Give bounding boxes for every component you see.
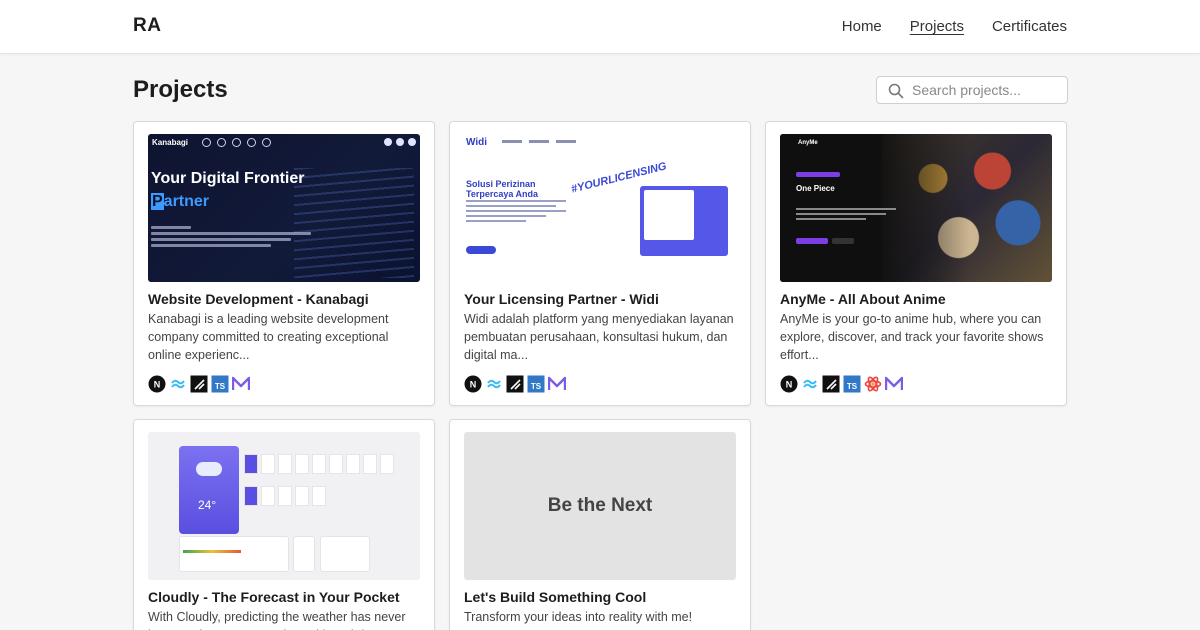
thumb-nav (502, 140, 576, 143)
nav-certificates[interactable]: Certificates (992, 18, 1067, 35)
thumb-text-lines (151, 226, 311, 250)
svg-text:N: N (154, 380, 161, 390)
thumb-cta (466, 246, 496, 254)
thumb-widget (179, 536, 289, 572)
placeholder-label: Be the Next (547, 495, 653, 516)
tech-stack: N TS (148, 375, 250, 393)
thumb-social-icons (384, 138, 416, 146)
thumb-feature-title: One Piece (796, 184, 835, 193)
thumb-document (644, 190, 694, 240)
tech-stack: N TS (780, 375, 903, 393)
nextjs-icon: N (148, 375, 166, 393)
svg-text:N: N (470, 380, 477, 390)
react-query-icon (864, 375, 882, 393)
project-description: Widi adalah platform yang menyediakan la… (464, 312, 734, 362)
thumb-brand: Kanabagi (152, 138, 189, 147)
thumb-brand: AnyMe (798, 140, 818, 146)
tailwind-icon (169, 375, 187, 393)
project-description: With Cloudly, predicting the weather has… (148, 610, 406, 630)
project-thumbnail[interactable]: Kanabagi Your Digital Frontier Partner (148, 134, 420, 282)
svg-text:TS: TS (847, 382, 858, 391)
top-navbar: RA Home Projects Certificates (0, 0, 1200, 54)
shadcn-icon (822, 375, 840, 393)
shadcn-icon (190, 375, 208, 393)
shadcn-icon (506, 375, 524, 393)
page-title: Projects (133, 76, 228, 103)
thumb-text-lines (796, 208, 896, 223)
typescript-icon: TS (843, 375, 861, 393)
project-title[interactable]: Website Development - Kanabagi (148, 291, 428, 307)
thumb-play-button (796, 238, 828, 244)
thumb-hourly-forecast (244, 454, 394, 474)
thumb-heading-accent: Partner (151, 193, 210, 210)
thumb-nav-icons (202, 138, 271, 147)
thumb-temperature: 24° (198, 498, 217, 512)
project-card-anyme[interactable]: AnyMe One Piece AnyMe - All About Anime … (765, 121, 1067, 406)
thumb-uv-bar (183, 550, 241, 553)
thumb-weather-card (179, 446, 239, 534)
nextjs-icon: N (464, 375, 482, 393)
project-thumbnail-placeholder[interactable]: Be the Next (464, 432, 736, 580)
main-nav: Home Projects Certificates (842, 18, 1067, 35)
mui-icon (885, 375, 903, 393)
project-thumbnail[interactable]: AnyMe One Piece (780, 134, 1052, 282)
typescript-icon: TS (211, 375, 229, 393)
nextjs-icon: N (780, 375, 798, 393)
tailwind-icon (801, 375, 819, 393)
project-title[interactable]: Your Licensing Partner - Widi (464, 291, 744, 307)
search-box[interactable] (876, 76, 1068, 104)
search-icon (888, 83, 904, 99)
typescript-icon: TS (527, 375, 545, 393)
project-card-kanabagi[interactable]: Kanabagi Your Digital Frontier Partner W… (133, 121, 435, 406)
mui-icon (548, 375, 566, 393)
thumb-bookmark-button (832, 238, 854, 244)
project-card-placeholder[interactable]: Be the Next Let's Build Something Cool T… (449, 419, 751, 630)
project-description: Kanabagi is a leading website developmen… (148, 312, 389, 362)
project-description: AnyMe is your go-to anime hub, where you… (780, 312, 1044, 362)
search-input[interactable] (912, 80, 1062, 100)
svg-text:TS: TS (215, 382, 226, 391)
thumb-daily-forecast (244, 486, 326, 506)
nav-home[interactable]: Home (842, 18, 882, 35)
project-description: Transform your ideas into reality with m… (464, 610, 693, 624)
thumb-widget (293, 536, 315, 572)
project-title[interactable]: AnyMe - All About Anime (780, 291, 1060, 307)
project-thumbnail[interactable]: Widi Solusi Perizinan Terpercaya Anda #Y… (464, 134, 736, 282)
code-background (294, 168, 414, 278)
thumb-widget (320, 536, 370, 572)
thumb-heading: Your Digital Frontier (151, 170, 305, 187)
svg-text:TS: TS (531, 382, 542, 391)
project-thumbnail[interactable]: 24° (148, 432, 420, 580)
nav-projects[interactable]: Projects (910, 18, 964, 35)
thumb-headline: Solusi Perizinan Terpercaya Anda (466, 179, 539, 199)
project-title[interactable]: Cloudly - The Forecast in Your Pocket (148, 589, 428, 605)
brand-logo[interactable]: RA (133, 15, 161, 37)
tailwind-icon (485, 375, 503, 393)
project-card-widi[interactable]: Widi Solusi Perizinan Terpercaya Anda #Y… (449, 121, 751, 406)
cloud-icon (196, 462, 222, 476)
project-card-cloudly[interactable]: 24° Cloudly - The Forecast in Your Pocke… (133, 419, 435, 630)
thumb-badge (796, 172, 840, 177)
thumb-text-lines (466, 200, 566, 225)
project-title[interactable]: Let's Build Something Cool (464, 589, 744, 605)
thumb-logo: Widi (466, 137, 488, 148)
mui-icon (232, 375, 250, 393)
svg-text:N: N (786, 380, 793, 390)
tech-stack: N TS (464, 375, 566, 393)
